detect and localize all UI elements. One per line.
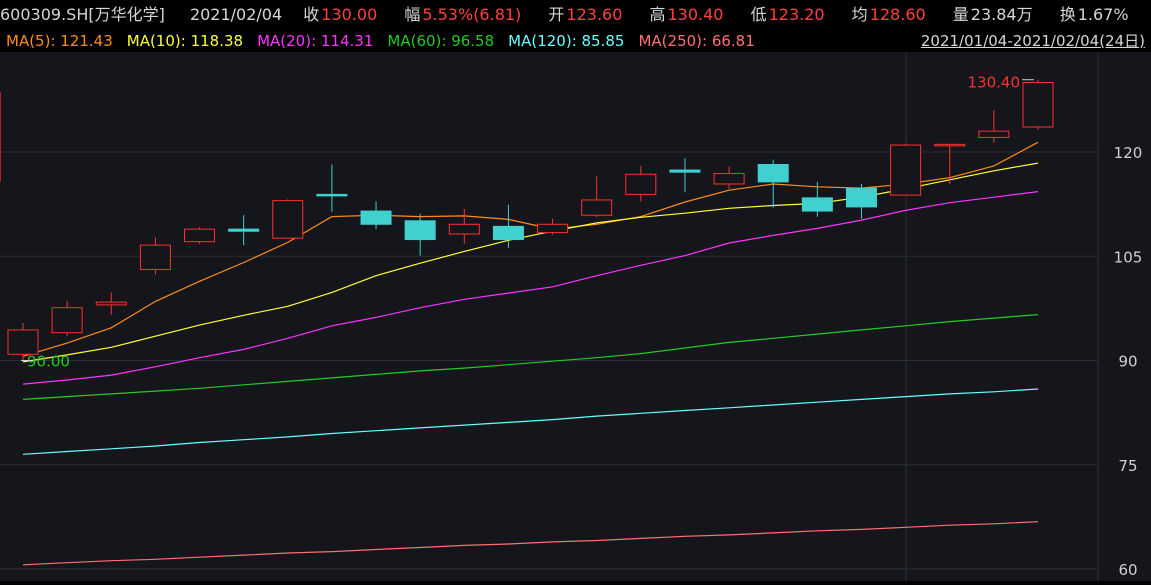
high-label: 高 [649, 5, 666, 24]
ma-legend-bar: MA(5): 121.43 MA(10): 118.38 MA(20): 114.3… [0, 30, 1151, 52]
candle-body [890, 144, 922, 196]
y-tick-label: 90 [1118, 353, 1137, 371]
candle-body [625, 173, 657, 195]
open-group: 开 123.60 [548, 5, 628, 24]
date-range-selector[interactable]: 2021/01/04-2021/02/04(24日) [921, 30, 1145, 52]
y-tick-label: 75 [1118, 457, 1137, 475]
candle-body [757, 164, 789, 183]
candle-body [669, 169, 701, 173]
ma-legend-item: MA(5): 121.43 [6, 32, 113, 50]
candle-body [272, 200, 304, 239]
turnover-label: 换 [1059, 5, 1076, 24]
volume-value: 23.84万 [970, 5, 1033, 24]
ma-legend-item: MA(120): 85.85 [508, 32, 625, 50]
max-price-label: 130.40 [968, 74, 1021, 92]
y-tick-label: 105 [1114, 248, 1143, 266]
close-group: 收 130.00 [303, 5, 383, 24]
close-label: 收 [303, 5, 320, 24]
candle-body [978, 130, 1010, 138]
candle-body [1022, 82, 1054, 128]
candle-body [95, 301, 127, 306]
volume-group: 量 23.84万 [953, 5, 1039, 24]
candle-body [492, 225, 524, 241]
quote-date: 2021/02/04 [189, 5, 283, 24]
ma-legend-item: MA(20): 114.31 [257, 32, 374, 50]
candle-body [934, 143, 966, 147]
change-group: 幅 5.53%(6.81) [404, 5, 527, 24]
stock-code: 600309.SH[万华化学] [0, 5, 165, 24]
candle-body [316, 193, 348, 197]
y-tick-label: 60 [1118, 561, 1137, 579]
open-label: 开 [548, 5, 565, 24]
candle-body [228, 228, 260, 232]
volume-label: 量 [952, 5, 969, 24]
quote-info-bar: 600309.SH[万华化学] 2021/02/04 收 130.00 幅 5.53… [0, 0, 1151, 30]
turnover-value: 1.67% [1077, 5, 1129, 24]
ma-legend-item: MA(60): 96.58 [387, 32, 495, 50]
candle-body [801, 197, 833, 212]
y-tick-label: 120 [1114, 144, 1143, 162]
candle-body [845, 187, 877, 208]
change-value: 5.53%(6.81) [422, 5, 522, 24]
low-label: 低 [750, 5, 767, 24]
ma-legend-list: MA(5): 121.43 MA(10): 118.38 MA(20): 114.3… [0, 32, 763, 50]
plot-background [0, 52, 1151, 581]
candle-body [139, 244, 171, 270]
candle-body [7, 329, 39, 355]
ma-legend-item: MA(10): 118.38 [126, 32, 244, 50]
candle-body [360, 210, 392, 225]
low-value: 123.20 [768, 5, 825, 24]
close-value: 130.00 [321, 5, 378, 24]
open-value: 123.60 [566, 5, 623, 24]
candle-body [404, 220, 436, 241]
turnover-group: 换 1.67% [1060, 5, 1135, 24]
candle-body [51, 307, 83, 334]
high-group: 高 130.40 [649, 5, 729, 24]
candle-body [713, 173, 745, 185]
candle-body [537, 223, 569, 234]
avg-label: 均 [851, 5, 868, 24]
avg-value: 128.60 [869, 5, 926, 24]
ma-legend-item: MA(250): 66.81 [638, 32, 755, 50]
candle-body [581, 199, 613, 216]
kline-chart-svg[interactable]: 120 105 90 75 60 130.40 90.00 [0, 52, 1151, 581]
avg-group: 均 128.60 [852, 5, 932, 24]
low-group: 低 123.20 [751, 5, 831, 24]
change-label: 幅 [404, 5, 421, 24]
high-value: 130.40 [667, 5, 724, 24]
candle-body [448, 223, 480, 235]
kline-chart[interactable]: 120 105 90 75 60 130.40 90.00 [0, 52, 1151, 581]
min-price-label: 90.00 [27, 353, 70, 371]
candle-body [184, 228, 216, 243]
